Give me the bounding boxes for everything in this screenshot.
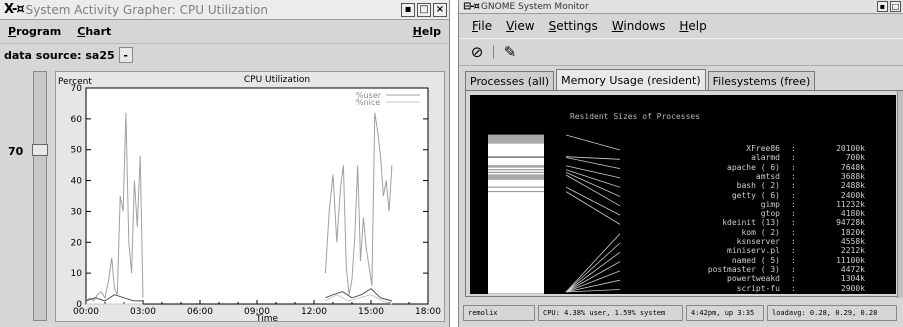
menu-windows[interactable]: Windows: [605, 19, 673, 33]
x-tick-label: 09:00: [244, 307, 270, 317]
scale-slider-trough[interactable]: [33, 71, 47, 321]
menubar: Program Chart Help: [0, 20, 449, 44]
memory-segment: [488, 165, 544, 168]
menu-help[interactable]: Help: [672, 19, 713, 33]
chart-area: 70 CPU Utilization Percent Time 0 10 20 30 40 50…: [0, 67, 449, 327]
process-separator: :: [791, 283, 796, 293]
minimize-icon[interactable]: ▪: [877, 1, 888, 12]
gsm-titlebar[interactable]: ⊟-¤ GNOME System Monitor ▪ □: [459, 0, 903, 14]
x-tick-label: 12:00: [301, 307, 327, 317]
maximize-icon[interactable]: □: [417, 2, 431, 17]
statusbar: remolix CPU: 4.38% user, 1.59% system 4:…: [459, 303, 903, 323]
gsm-menubar: File View Settings Windows Help: [459, 14, 903, 38]
menu-view[interactable]: View: [499, 19, 541, 33]
cpu-utilization-chart: CPU UtilizationPercentTime01020304050607…: [58, 75, 441, 323]
chart-panel: CPU Utilization Percent Time 0 10 20 30 40 50 60 7…: [55, 71, 445, 323]
memory-column: [488, 135, 544, 294]
gsm-window-title: GNOME System Monitor: [480, 1, 589, 12]
tab-filesystems[interactable]: Filesystems (free): [707, 71, 816, 90]
process-name: script-fu: [736, 283, 780, 293]
data-source-row: data source: sa25 -: [0, 44, 449, 66]
status-cpu: CPU: 4.38% user, 1.59% system: [538, 305, 683, 321]
y-tick-label: 50: [71, 146, 83, 156]
process-connector: [565, 233, 621, 293]
window-title: System Activity Grapher: CPU Utilization: [25, 2, 269, 17]
y-tick-label: 10: [71, 269, 83, 279]
sag-window: X-¤ System Activity Grapher: CPU Utiliza…: [0, 0, 450, 327]
y-tick-label: 30: [71, 207, 83, 217]
y-tick-label: 20: [71, 238, 83, 248]
menu-file[interactable]: File: [465, 19, 499, 33]
process-connector: [565, 242, 621, 293]
minimize-icon[interactable]: ▪: [401, 2, 415, 17]
search-icon[interactable]: ⊘: [467, 42, 487, 62]
maximize-icon[interactable]: □: [890, 1, 901, 12]
data-source-button[interactable]: -: [118, 47, 133, 63]
y-tick-label: 70: [71, 84, 83, 94]
y-tick-label: 40: [71, 177, 83, 187]
resident-sizes-view: Resident Sizes of Processes XFree86:2010…: [470, 95, 896, 294]
x-tick-label: 06:00: [187, 307, 213, 317]
menu-settings[interactable]: Settings: [542, 19, 605, 33]
data-source-label: data source: sa25: [4, 48, 115, 62]
status-host: remolix: [463, 305, 535, 321]
memory-segment: [488, 135, 544, 144]
scale-slider-value: 70: [8, 145, 24, 158]
gsm-toolbar: ⊘ ✎: [459, 38, 903, 66]
tab-processes[interactable]: Processes (all): [465, 71, 555, 90]
process-size: 2900k: [840, 283, 865, 293]
menu-program[interactable]: Program: [0, 25, 69, 38]
process-connector: [565, 270, 621, 293]
y-tick-label: 60: [71, 115, 83, 125]
legend-label: %nice: [356, 98, 380, 107]
scale-slider-thumb[interactable]: [32, 144, 48, 156]
tab-strip: Processes (all) Memory Usage (resident) …: [465, 69, 817, 90]
x-tick-label: 15:00: [358, 307, 384, 317]
chart-title: CPU Utilization: [244, 75, 310, 85]
kill-process-icon[interactable]: ✎: [500, 42, 520, 62]
toolbar-separator: [493, 45, 494, 59]
status-loadavg: loadavg: 0.28, 0.29, 0.28: [767, 305, 897, 321]
process-connector: [565, 134, 621, 151]
plot-area: [85, 87, 429, 305]
sag-titlebar[interactable]: X-¤ System Activity Grapher: CPU Utiliza…: [0, 0, 449, 20]
status-uptime: 4:42pm, up 3:35: [686, 305, 764, 321]
x-tick-label: 03:00: [130, 307, 156, 317]
memory-segment: [488, 174, 544, 180]
window-menu-icon[interactable]: ⊟-¤: [459, 1, 481, 12]
tab-memory-usage[interactable]: Memory Usage (resident): [556, 69, 706, 90]
menu-help[interactable]: Help: [405, 25, 449, 38]
x-tick-label: 00:00: [73, 307, 99, 317]
close-icon[interactable]: ×: [433, 2, 447, 17]
gnome-system-monitor-window: ⊟-¤ GNOME System Monitor ▪ □ File View S…: [458, 0, 903, 327]
process-connector: [565, 261, 621, 293]
process-connector: [565, 191, 621, 225]
vertical-scrollbar[interactable]: [897, 91, 903, 298]
menu-chart[interactable]: Chart: [69, 25, 119, 38]
memory-usage-panel: Resident Sizes of Processes XFree86:2010…: [465, 90, 903, 298]
x-logo-icon[interactable]: X-¤: [0, 2, 26, 17]
x-tick-label: 18:00: [415, 307, 441, 317]
